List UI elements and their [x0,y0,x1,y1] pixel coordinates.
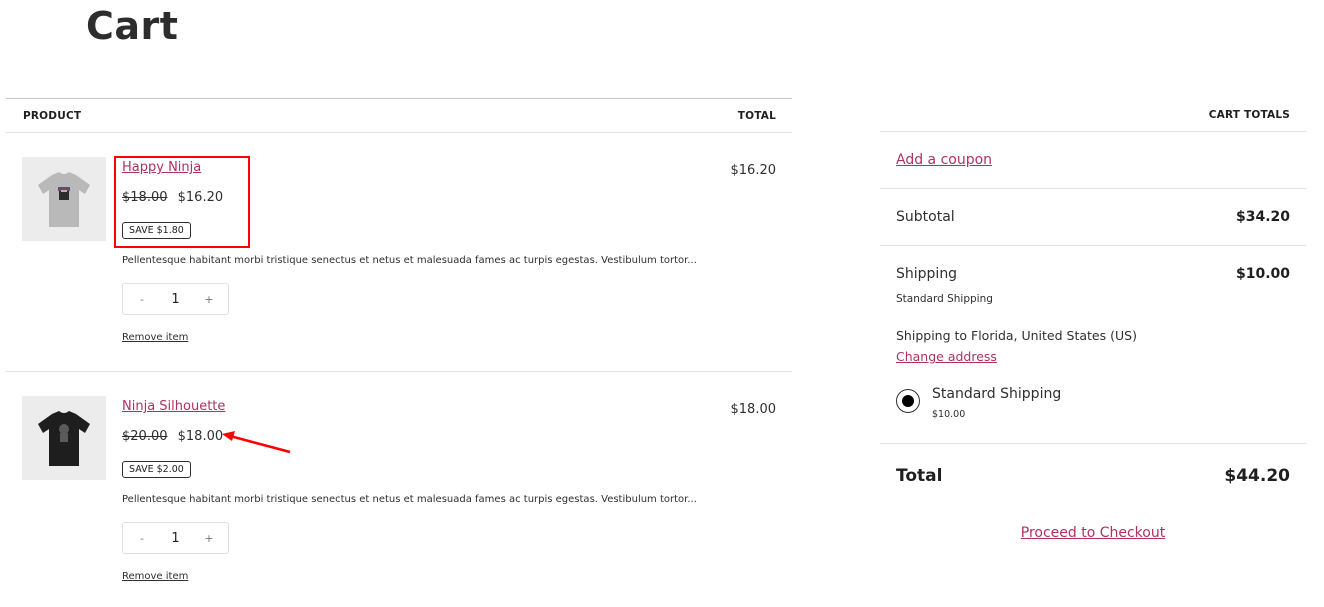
remove-item-link[interactable]: Remove item [122,571,188,582]
total-label: Total [896,466,943,486]
shipping-method: Standard Shipping [896,293,993,305]
quantity-stepper: - 1 + [122,522,229,554]
column-header-product: PRODUCT [23,110,82,122]
regular-price: $18.00 [122,190,168,205]
shipping-row: Shipping $10.00 Standard Shipping Shippi… [880,246,1306,444]
product-description: Pellentesque habitant morbi tristique se… [122,255,697,266]
item-price: $18.00 $16.20 [122,190,223,205]
quantity-input[interactable]: 1 [166,531,186,546]
product-name-link[interactable]: Ninja Silhouette [122,399,225,414]
grey-tshirt-icon [22,157,106,241]
remove-item-link[interactable]: Remove item [122,332,188,343]
cart-totals-heading: CART TOTALS [1208,109,1290,121]
item-price: $20.00 $18.00 [122,429,223,444]
product-name-link[interactable]: Happy Ninja [122,160,201,175]
page-title: Cart [86,4,179,48]
shipping-option-radio[interactable] [896,389,920,413]
shipping-destination: Shipping to Florida, United States (US) [896,328,1137,343]
cart-item: Happy Ninja $18.00 $16.20 SAVE $1.80 Pel… [6,133,792,372]
cart-totals-header: CART TOTALS [880,98,1306,132]
shipping-option-label[interactable]: Standard Shipping [932,386,1061,402]
cart-item: Ninja Silhouette $20.00 $18.00 SAVE $2.0… [6,372,792,607]
radio-selected-dot [901,394,914,407]
quantity-stepper: - 1 + [122,283,229,315]
product-thumbnail[interactable] [22,157,106,241]
increase-quantity-button[interactable]: + [202,532,216,545]
total-row: Total $44.20 [880,444,1306,508]
black-tshirt-icon [22,396,106,480]
subtotal-row: Subtotal $34.20 [880,189,1306,246]
sale-price: $18.00 [177,429,224,444]
proceed-to-checkout-button[interactable]: Proceed to Checkout [1021,525,1165,541]
subtotal-label: Subtotal [896,209,955,225]
shipping-value: $10.00 [1235,266,1290,282]
product-thumbnail[interactable] [22,396,106,480]
product-description: Pellentesque habitant morbi tristique se… [122,494,697,505]
cart-table-header: PRODUCT TOTAL [6,99,792,133]
subtotal-value: $34.20 [1235,209,1290,225]
column-header-total: TOTAL [737,110,776,122]
total-value: $44.20 [1224,466,1290,486]
shipping-option-price: $10.00 [932,409,966,420]
decrease-quantity-button[interactable]: - [135,532,149,545]
regular-price: $20.00 [122,429,168,444]
decrease-quantity-button[interactable]: - [135,293,149,306]
shipping-label: Shipping [896,266,958,282]
checkout-container: Proceed to Checkout [880,522,1306,541]
sale-price: $16.20 [177,190,224,205]
line-total: $18.00 [730,402,777,417]
line-total: $16.20 [730,163,777,178]
cart-table: PRODUCT TOTAL Happy Ninja $18.00 $16.20 … [6,98,792,607]
add-coupon-link[interactable]: Add a coupon [896,152,992,168]
coupon-row: Add a coupon [880,132,1306,189]
change-address-link[interactable]: Change address [896,349,997,364]
increase-quantity-button[interactable]: + [202,293,216,306]
save-badge: SAVE $1.80 [122,222,191,239]
save-badge: SAVE $2.00 [122,461,191,478]
cart-totals: CART TOTALS Add a coupon Subtotal $34.20… [880,98,1306,541]
quantity-input[interactable]: 1 [166,292,186,307]
